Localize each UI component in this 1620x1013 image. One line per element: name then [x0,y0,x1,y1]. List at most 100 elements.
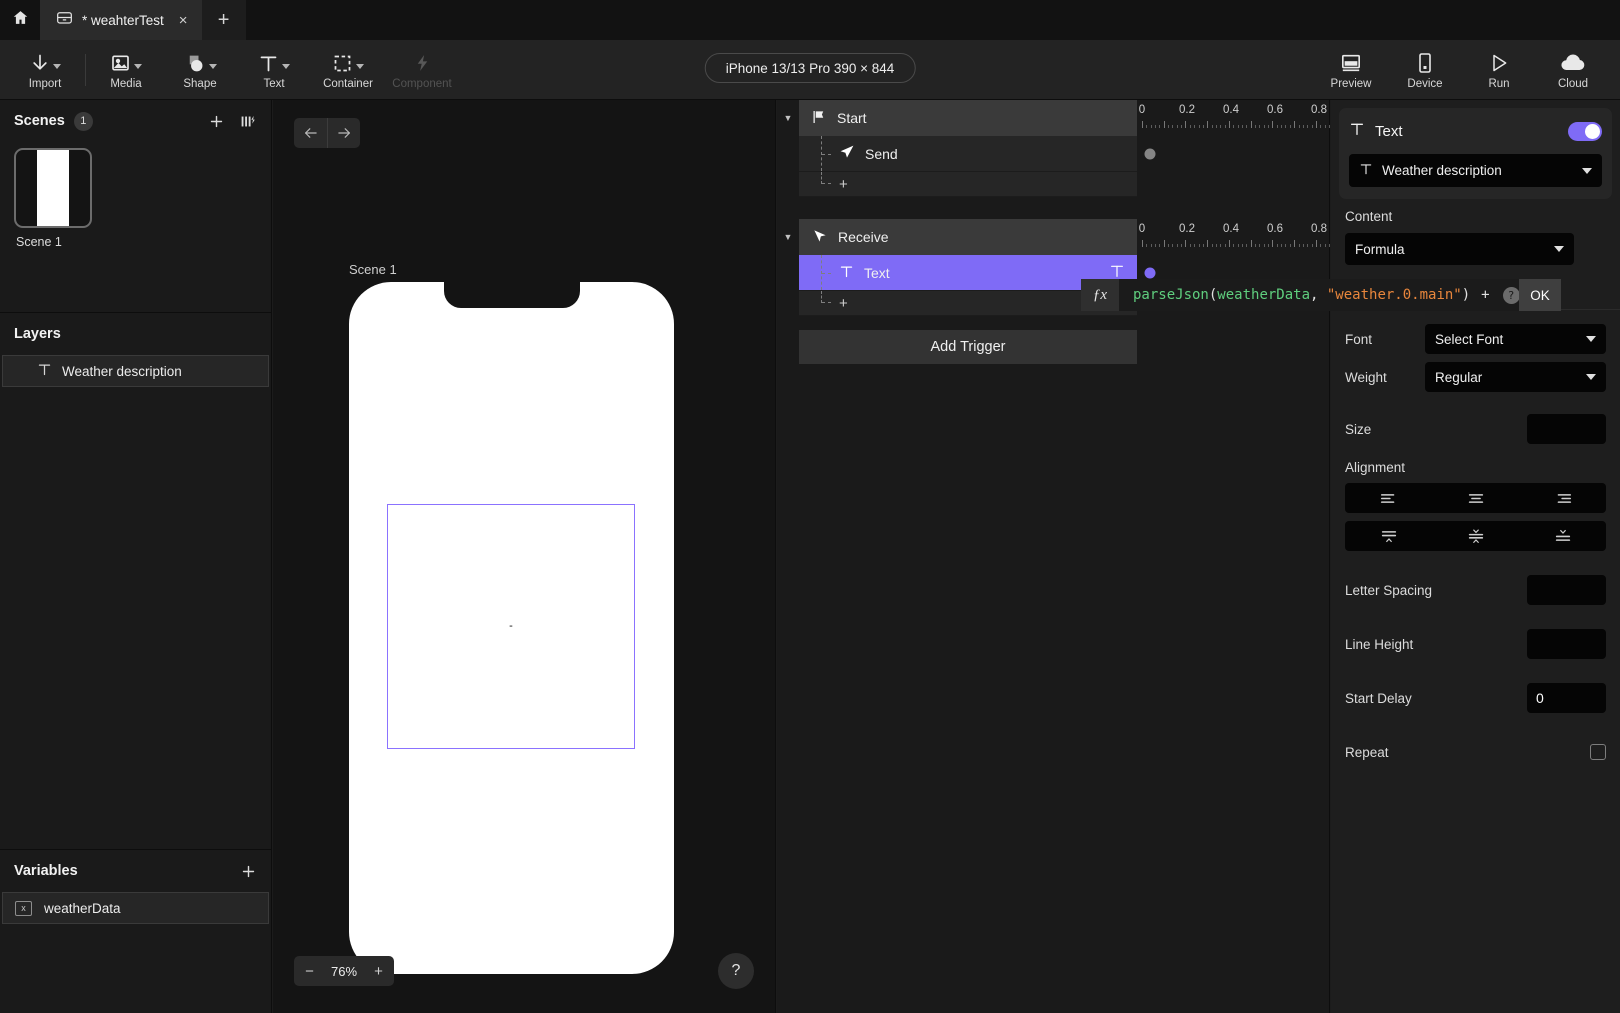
ruler-tick [1246,244,1248,247]
line-height-input[interactable] [1527,629,1606,659]
ruler-tick-label: 0 [1138,223,1146,235]
zoom-out-button[interactable]: − [294,956,325,986]
toolbar-import-button[interactable]: Import [8,41,82,99]
device-size-selector[interactable]: iPhone 13/13 Pro 390 × 844 [704,53,916,83]
toolbar-item-label: Device [1407,78,1443,90]
ruler-tick [1311,125,1313,128]
align-middle-icon[interactable] [1432,521,1519,551]
layer-select-value: Weather description [1382,163,1502,178]
chevron-down-icon [356,63,364,69]
formula-append-button[interactable]: + [1481,287,1489,303]
close-icon[interactable]: × [179,13,188,28]
columns-lightning-icon[interactable] [239,113,257,130]
content-type-select[interactable]: Formula [1345,233,1574,265]
text-element-value: - [509,620,513,632]
add-trigger-button[interactable]: Add Trigger [799,330,1137,364]
formula-token-punct: ) [1461,287,1471,303]
ruler-tick [1233,125,1235,128]
plus-icon: + [839,294,848,312]
toolbar-item-label: Container [323,78,373,90]
align-top-icon[interactable] [1345,521,1432,551]
toolbar-shape-button[interactable]: Shape [163,41,237,99]
align-left-icon[interactable] [1345,483,1432,513]
scene-thumbnail-canvas [37,150,69,226]
home-button[interactable] [0,0,40,40]
add-scene-button[interactable] [208,113,225,130]
help-icon[interactable]: ? [1502,286,1519,304]
ruler-tick [1220,125,1222,128]
start-delay-row: Start Delay 0 [1331,681,1620,715]
timeline-track[interactable] [1137,136,1329,172]
ruler-tick [1302,244,1304,247]
canvas-area[interactable]: Scene 1 - − 76% + ? [273,100,776,1013]
toolbar-item-label: Run [1488,78,1510,90]
selected-text-element[interactable]: - [387,504,635,749]
content-type-value: Formula [1355,241,1405,257]
preview-button[interactable]: Preview [1314,41,1388,99]
timeline-group-label[interactable]: Receive [799,219,1137,255]
keyframe-marker[interactable] [1144,267,1156,279]
ruler-tick [1176,125,1178,128]
document-tab[interactable]: * weahterTest × [40,0,202,40]
formula-ok-button[interactable]: OK [1519,279,1561,311]
variables-actions [240,863,257,880]
formula-input[interactable]: parseJson(weatherData, "weather.0.main")… [1119,279,1519,311]
monitor-icon [1339,50,1363,76]
help-button[interactable]: ? [718,953,754,989]
device-preview[interactable]: - [349,282,674,974]
layer-select[interactable]: Weather description [1349,154,1602,187]
keyframe-marker[interactable] [1144,148,1156,160]
repeat-row: Repeat [1331,735,1620,769]
chevron-down-icon[interactable]: ▼ [777,100,799,136]
list-item[interactable]: Weather description [2,355,269,387]
align-right-icon[interactable] [1519,483,1606,513]
ruler-tick [1324,244,1326,247]
align-bottom-icon[interactable] [1519,521,1606,551]
toolbar-divider [85,54,86,86]
ruler-tick [1198,125,1200,128]
variables-section: Variables x weatherData [0,849,271,924]
size-input[interactable] [1527,414,1606,444]
toolbar-text-button[interactable]: Text [237,41,311,99]
timeline-track [1137,172,1329,197]
content-label: Content [1345,209,1393,224]
timeline-add-action-button[interactable]: + [799,172,1137,197]
ruler-tick [1242,244,1243,247]
timeline-row-label: Send [865,145,898,162]
cloud-button[interactable]: Cloud [1536,41,1610,99]
zoom-in-button[interactable]: + [363,956,394,986]
font-select[interactable]: Select Font [1425,324,1606,354]
repeat-checkbox[interactable] [1590,744,1606,760]
visibility-toggle[interactable] [1568,121,1602,141]
device-button[interactable]: Device [1388,41,1462,99]
letter-spacing-input[interactable] [1527,575,1606,605]
run-button[interactable]: Run [1462,41,1536,99]
app-window: * weahterTest × + Import Media Shape Tex… [0,0,1620,1013]
fx-icon[interactable]: ƒx [1081,279,1119,311]
weight-select[interactable]: Regular [1425,362,1606,392]
scene-thumbnail[interactable] [14,148,92,228]
add-variable-button[interactable] [240,863,257,880]
start-delay-input[interactable]: 0 [1527,683,1606,713]
toolbar-media-button[interactable]: Media [89,41,163,99]
toolbar-container-button[interactable]: Container [311,41,385,99]
image-icon [110,50,142,76]
new-tab-button[interactable]: + [201,0,246,40]
ruler-tick [1289,244,1291,247]
arrow-right-icon[interactable] [327,118,360,148]
timeline-group-label[interactable]: Start [799,100,1137,136]
ruler-tick [1324,125,1326,128]
ruler-tick [1276,125,1278,128]
align-center-icon[interactable] [1432,483,1519,513]
timeline-row-send[interactable]: Send [799,136,1137,172]
list-item[interactable]: x weatherData [2,892,269,924]
weight-label: Weight [1345,369,1387,385]
ruler-tick [1311,244,1313,247]
ruler-tick [1172,125,1174,128]
ruler-tick [1142,121,1143,128]
arrow-left-icon[interactable] [294,118,327,148]
scene-item[interactable]: Scene 1 [14,148,92,249]
toolbar-component-button[interactable]: Component [385,41,459,99]
chevron-down-icon[interactable]: ▼ [777,219,799,255]
